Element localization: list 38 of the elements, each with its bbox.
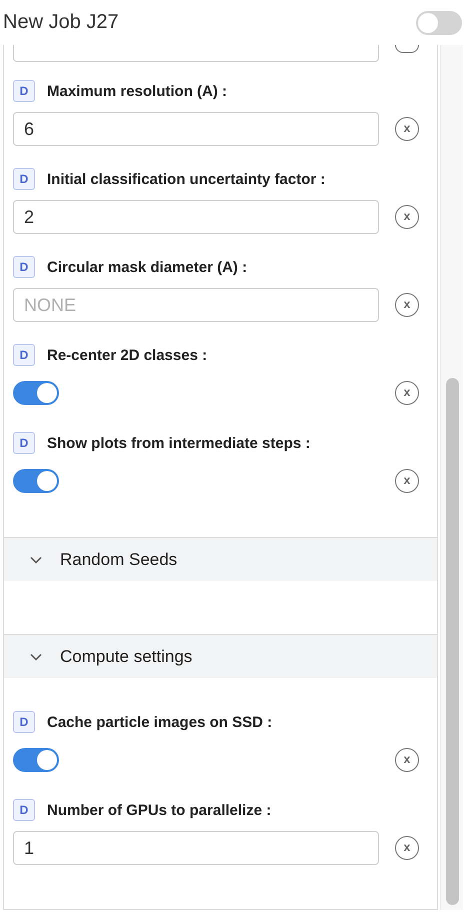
- section-title: Random Seeds: [60, 550, 178, 570]
- default-badge: D: [13, 432, 35, 454]
- clear-button[interactable]: x: [395, 381, 419, 405]
- clear-button[interactable]: x: [395, 117, 419, 141]
- section-header[interactable]: Random Seeds: [4, 537, 437, 581]
- toggle-switch[interactable]: [13, 469, 59, 493]
- toggle-switch[interactable]: [13, 381, 59, 405]
- section-header[interactable]: Compute settings: [4, 634, 437, 678]
- clear-button[interactable]: x: [395, 748, 419, 772]
- clear-button[interactable]: x: [395, 836, 419, 860]
- default-badge: D: [13, 256, 35, 278]
- param-label: Initial classification uncertainty factor :: [47, 170, 326, 188]
- scrollbar-track[interactable]: [440, 45, 463, 910]
- default-badge: D: [13, 80, 35, 102]
- param-label: Show plots from intermediate steps :: [47, 434, 310, 452]
- param-label: Number of GPUs to parallelize :: [47, 802, 272, 818]
- input-field[interactable]: [13, 45, 379, 62]
- param-label: Circular mask diameter (A) :: [47, 258, 248, 276]
- param-label: Cache particle images on SSD :: [47, 714, 272, 730]
- default-badge: D: [13, 168, 35, 190]
- param-label: Maximum resolution (A) :: [47, 82, 228, 100]
- scrollbar-thumb[interactable]: [446, 378, 459, 905]
- default-badge: D: [13, 711, 35, 733]
- input-field[interactable]: 2: [13, 200, 379, 234]
- clear-button[interactable]: x: [395, 293, 419, 317]
- clear-button[interactable]: x: [395, 469, 419, 493]
- param-label: Re-center 2D classes :: [47, 346, 208, 364]
- toggle-switch[interactable]: [416, 10, 462, 34]
- input-field[interactable]: 1: [13, 831, 379, 865]
- clear-button[interactable]: x: [395, 205, 419, 229]
- default-badge: D: [13, 344, 35, 366]
- window-title: New Job J27: [3, 11, 119, 34]
- input-field[interactable]: 6: [13, 112, 379, 146]
- clear-icon[interactable]: [395, 45, 419, 53]
- toggle-switch[interactable]: [13, 748, 59, 772]
- section-title: Compute settings: [60, 646, 192, 666]
- input-field[interactable]: NONE: [13, 288, 379, 322]
- default-badge: D: [13, 799, 35, 821]
